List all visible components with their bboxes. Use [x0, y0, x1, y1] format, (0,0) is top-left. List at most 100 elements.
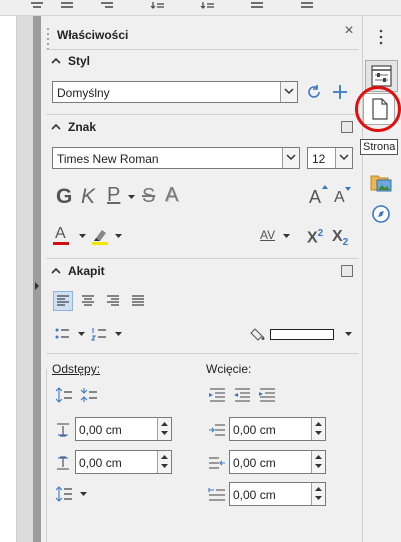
background-color-swatch[interactable]	[270, 329, 334, 340]
chevron-down-icon[interactable]	[80, 492, 88, 497]
align-icon[interactable]	[30, 1, 44, 9]
decrease-indent-icon[interactable]	[233, 387, 251, 403]
arrow-down-icon[interactable]	[315, 496, 323, 501]
character-section-header[interactable]: Znak	[41, 115, 363, 139]
arrow-up-icon[interactable]	[315, 422, 323, 427]
spin-buttons[interactable]	[311, 483, 325, 505]
arrow-up-icon[interactable]	[315, 455, 323, 460]
increase-spacing-icon[interactable]	[55, 387, 73, 403]
collapse-arrow-icon[interactable]	[33, 280, 41, 292]
above-paragraph-spinner[interactable]: 0,00 cm	[75, 417, 172, 441]
spin-buttons[interactable]	[157, 418, 171, 440]
align-center-icon[interactable]	[79, 292, 97, 310]
annotation-circle	[355, 86, 401, 132]
paragraph-section-header[interactable]: Akapit	[41, 259, 363, 283]
chevron-down-icon[interactable]	[128, 195, 136, 200]
style-section-title: Styl	[68, 54, 91, 68]
align-icon[interactable]	[100, 1, 114, 9]
align-icon[interactable]	[60, 1, 74, 9]
style-section-header[interactable]: Styl	[41, 49, 363, 73]
shrink-font-button[interactable]: A	[334, 189, 345, 207]
before-text-indent-spinner[interactable]: 0,00 cm	[229, 417, 326, 441]
justify-icon[interactable]	[129, 292, 147, 310]
increase-indent-icon[interactable]	[208, 387, 226, 403]
paragraph-style-combo[interactable]: Domyślny	[52, 81, 298, 103]
more-options-icon[interactable]	[341, 265, 353, 277]
close-icon[interactable]: ×	[341, 23, 357, 39]
chevron-down-icon[interactable]	[79, 234, 87, 239]
chevron-up-icon[interactable]	[51, 57, 61, 65]
below-paragraph-spinner[interactable]: 0,00 cm	[75, 450, 172, 474]
arrow-down-icon[interactable]	[161, 431, 169, 436]
strikethrough-button[interactable]: S	[142, 185, 155, 208]
arrow-down-icon[interactable]	[315, 431, 323, 436]
dropdown-button[interactable]	[335, 148, 352, 168]
grow-font-button[interactable]: A	[309, 187, 321, 208]
chevron-down-icon[interactable]	[115, 332, 123, 337]
superscript-mark: 2	[317, 228, 324, 239]
dropdown-button[interactable]	[282, 148, 299, 168]
chevron-up-icon[interactable]	[51, 123, 61, 131]
character-section-title: Znak	[68, 120, 97, 134]
chevron-up-icon[interactable]	[51, 267, 61, 275]
decrease-spacing-icon[interactable]	[80, 387, 98, 403]
line-spacing-icon[interactable]	[55, 486, 73, 502]
dropdown-button[interactable]	[280, 82, 297, 102]
spin-buttons[interactable]	[311, 451, 325, 473]
italic-button[interactable]: K	[81, 185, 95, 209]
spacing-icon[interactable]	[250, 1, 264, 9]
superscript-glyph: X	[307, 229, 318, 247]
paragraph-background-icon[interactable]	[249, 326, 269, 342]
spacing-label: Odstępy:	[52, 362, 101, 376]
subscript-mark: 2	[342, 237, 349, 249]
spacing-icon[interactable]	[150, 1, 164, 9]
compass-icon[interactable]	[368, 201, 394, 227]
menu-dots-icon[interactable]	[368, 24, 394, 50]
hanging-indent-icon[interactable]	[258, 387, 276, 403]
arrow-up-icon[interactable]	[161, 455, 169, 460]
arrow-down-icon[interactable]	[315, 464, 323, 469]
numbered-list-icon[interactable]	[90, 325, 108, 343]
shadow-button[interactable]: A	[165, 184, 178, 207]
align-right-icon[interactable]	[104, 292, 122, 310]
arrow-up-icon[interactable]	[315, 487, 323, 492]
panel-title: Właściwości	[57, 28, 129, 42]
highlighter-icon[interactable]	[91, 226, 109, 246]
chevron-down-icon[interactable]	[345, 332, 353, 337]
sidebar-splitter[interactable]	[33, 16, 41, 542]
align-left-icon	[57, 295, 69, 306]
after-text-indent-icon	[209, 457, 225, 469]
bold-button[interactable]: G	[56, 185, 72, 209]
more-options-icon[interactable]	[341, 121, 353, 133]
font-name-combo[interactable]: Times New Roman	[52, 147, 300, 169]
chevron-down-icon[interactable]	[115, 234, 123, 239]
chevron-down-icon	[339, 154, 349, 161]
properties-panel: Właściwości × Styl Domyślny Znak Times N…	[41, 16, 363, 542]
document-page[interactable]	[0, 16, 17, 542]
align-left-button[interactable]	[53, 291, 73, 311]
chevron-down-icon[interactable]	[283, 234, 291, 239]
superscript-button[interactable]: X2	[307, 228, 323, 247]
refresh-style-icon[interactable]	[305, 83, 323, 101]
spin-buttons[interactable]	[157, 451, 171, 473]
arrow-down-icon[interactable]	[161, 464, 169, 469]
subscript-button[interactable]: X2	[332, 228, 348, 248]
font-color-button[interactable]: A	[55, 225, 66, 243]
underline-button[interactable]: P	[107, 184, 120, 207]
new-style-icon[interactable]	[331, 83, 349, 101]
chevron-down-icon	[286, 154, 296, 161]
character-spacing-button[interactable]: AV	[260, 228, 275, 242]
arrow-up-icon[interactable]	[161, 422, 169, 427]
after-text-indent-spinner[interactable]: 0,00 cm	[229, 450, 326, 474]
grip-icon[interactable]	[46, 26, 50, 50]
chevron-down-icon	[284, 88, 294, 95]
gallery-icon[interactable]	[368, 169, 394, 195]
chevron-down-icon[interactable]	[78, 332, 86, 337]
first-line-indent-spinner[interactable]: 0,00 cm	[229, 482, 326, 506]
font-name-value: Times New Roman	[57, 152, 159, 166]
bullet-list-icon[interactable]	[53, 325, 71, 343]
spacing-icon[interactable]	[200, 1, 214, 9]
spin-buttons[interactable]	[311, 418, 325, 440]
spacing-icon[interactable]	[300, 1, 314, 9]
font-size-combo[interactable]: 12	[307, 147, 353, 169]
